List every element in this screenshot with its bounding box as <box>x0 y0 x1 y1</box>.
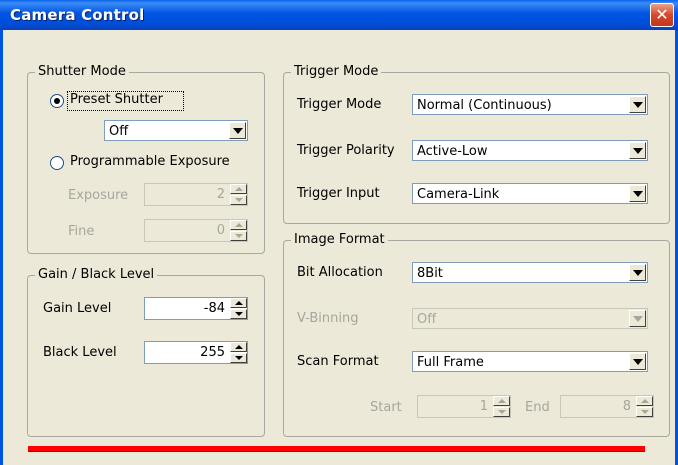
start-spinner[interactable]: 1 <box>417 395 511 418</box>
start-label: Start <box>370 400 402 415</box>
fine-label: Fine <box>68 224 95 239</box>
bit-allocation-label: Bit Allocation <box>297 265 383 280</box>
bit-allocation-select[interactable]: 8Bit <box>412 262 648 283</box>
v-binning-label: V-Binning <box>297 311 359 326</box>
spin-up-icon[interactable] <box>230 342 247 352</box>
preset-shutter-value: Off <box>109 124 129 139</box>
spin-up-icon[interactable] <box>230 184 247 194</box>
black-level-spinner[interactable]: 255 <box>144 341 248 364</box>
gain-black-level-title: Gain / Black Level <box>35 267 158 282</box>
black-level-label: Black Level <box>43 345 117 360</box>
v-binning-value: Off <box>417 312 437 327</box>
trigger-polarity-select[interactable]: Active-Low <box>412 140 648 161</box>
image-format-title: Image Format <box>291 232 388 247</box>
preset-shutter-label[interactable]: Preset Shutter <box>70 92 163 107</box>
close-icon[interactable]: ✕ <box>650 3 674 27</box>
window-title: Camera Control <box>10 6 145 24</box>
chevron-down-icon[interactable] <box>629 310 646 327</box>
gain-level-spinner[interactable]: -84 <box>144 297 248 320</box>
end-label: End <box>525 400 550 415</box>
scan-format-value: Full Frame <box>417 355 484 370</box>
spin-down-icon[interactable] <box>230 353 247 363</box>
chevron-down-icon[interactable] <box>629 96 646 113</box>
chevron-down-icon[interactable] <box>629 353 646 370</box>
black-level-value[interactable]: 255 <box>200 345 225 360</box>
exposure-label: Exposure <box>68 188 129 203</box>
trigger-mode-value: Normal (Continuous) <box>417 98 552 113</box>
trigger-mode-label: Trigger Mode <box>297 97 382 112</box>
programmable-exposure-radio[interactable] <box>50 156 64 170</box>
trigger-input-label: Trigger Input <box>297 186 380 201</box>
exposure-value: 2 <box>216 187 225 202</box>
spin-down-icon[interactable] <box>230 195 247 205</box>
end-spinner[interactable]: 8 <box>560 395 654 418</box>
spin-up-icon[interactable] <box>230 220 247 230</box>
scan-format-label: Scan Format <box>297 354 379 369</box>
shutter-mode-title: Shutter Mode <box>35 64 129 79</box>
spin-up-icon[interactable] <box>230 298 247 308</box>
gain-level-label: Gain Level <box>43 301 112 316</box>
chevron-down-icon[interactable] <box>629 264 646 281</box>
trigger-mode-select[interactable]: Normal (Continuous) <box>412 94 648 115</box>
preset-shutter-select[interactable]: Off <box>104 120 248 141</box>
spin-down-icon[interactable] <box>636 407 653 417</box>
spin-down-icon[interactable] <box>493 407 510 417</box>
fine-spinner[interactable]: 0 <box>144 219 248 242</box>
title-bar: Camera Control ✕ <box>0 0 678 30</box>
trigger-polarity-label: Trigger Polarity <box>297 143 395 158</box>
exposure-spinner[interactable]: 2 <box>144 183 248 206</box>
scan-format-select[interactable]: Full Frame <box>412 351 648 372</box>
trigger-input-value: Camera-Link <box>417 187 500 202</box>
status-bar <box>28 446 645 452</box>
chevron-down-icon[interactable] <box>629 142 646 159</box>
bit-allocation-value: 8Bit <box>417 266 443 281</box>
end-value: 8 <box>622 399 631 414</box>
chevron-down-icon[interactable] <box>229 122 246 139</box>
preset-shutter-radio[interactable] <box>50 94 64 108</box>
v-binning-select[interactable]: Off <box>412 308 648 329</box>
fine-value: 0 <box>216 223 225 238</box>
trigger-input-select[interactable]: Camera-Link <box>412 183 648 204</box>
trigger-polarity-value: Active-Low <box>417 144 488 159</box>
trigger-mode-title: Trigger Mode <box>291 64 382 79</box>
gain-level-value[interactable]: -84 <box>204 301 225 316</box>
spin-up-icon[interactable] <box>493 396 510 406</box>
spin-down-icon[interactable] <box>230 309 247 319</box>
start-value: 1 <box>479 399 488 414</box>
spin-down-icon[interactable] <box>230 231 247 241</box>
chevron-down-icon[interactable] <box>629 185 646 202</box>
programmable-exposure-label[interactable]: Programmable Exposure <box>70 154 230 169</box>
spin-up-icon[interactable] <box>636 396 653 406</box>
